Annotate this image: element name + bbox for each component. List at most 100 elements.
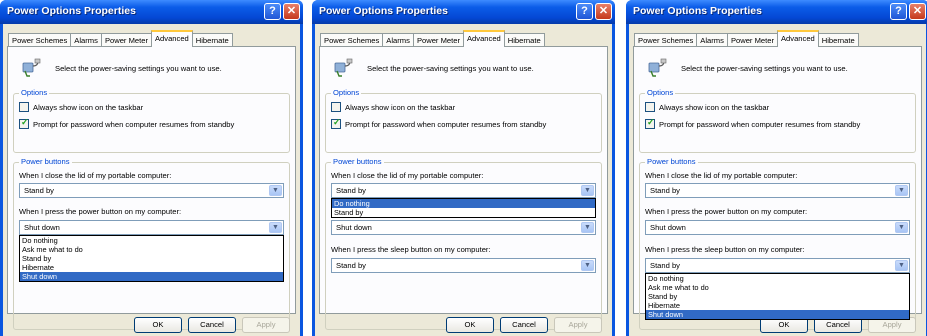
window-title: Power Options Properties xyxy=(319,5,448,17)
dropdown-option[interactable]: Do nothing xyxy=(646,274,909,283)
options-legend: Options xyxy=(19,88,50,97)
tab-hibernate[interactable]: Hibernate xyxy=(817,33,859,47)
dropdown-option[interactable]: Stand by xyxy=(332,208,595,217)
power-buttons-group: Power buttons When I close the lid of my… xyxy=(639,157,916,330)
tab-alarms[interactable]: Alarms xyxy=(382,33,414,47)
lid-action-select[interactable]: Stand by ▼ xyxy=(331,183,596,198)
dropdown-option[interactable]: Hibernate xyxy=(646,301,909,310)
prompt-password-label: Prompt for password when computer resume… xyxy=(345,119,547,129)
power-button-value: Shut down xyxy=(650,223,686,232)
apply-button[interactable]: Apply xyxy=(242,317,290,333)
checkbox-box[interactable] xyxy=(645,117,655,129)
tab-power-meter[interactable]: Power Meter xyxy=(726,33,778,47)
tab-advanced[interactable]: Advanced xyxy=(150,30,193,47)
dropdown-option-selected[interactable]: Shut down xyxy=(646,310,909,319)
tab-alarms[interactable]: Alarms xyxy=(696,33,728,47)
chevron-down-icon[interactable]: ▼ xyxy=(269,222,282,233)
tab-power-meter[interactable]: Power Meter xyxy=(100,33,152,47)
tab-power-schemes[interactable]: Power Schemes xyxy=(8,33,72,47)
lid-label: When I close the lid of my portable comp… xyxy=(645,171,798,180)
apply-button[interactable]: Apply xyxy=(554,317,602,333)
tab-hibernate[interactable]: Hibernate xyxy=(191,33,233,47)
power-buttons-group: Power buttons When I close the lid of my… xyxy=(325,157,602,330)
title-bar[interactable]: Power Options Properties ? ✕ xyxy=(0,0,303,24)
dropdown-option[interactable]: Stand by xyxy=(646,292,909,301)
tab-advanced[interactable]: Advanced xyxy=(776,30,819,47)
always-show-icon-checkbox[interactable]: Always show icon on the taskbar xyxy=(19,102,143,112)
dialog-body: Power Schemes Alarms Power Meter Advance… xyxy=(3,24,300,336)
lid-action-select[interactable]: Stand by ▼ xyxy=(19,183,284,198)
close-button[interactable]: ✕ xyxy=(595,3,612,20)
chevron-down-icon[interactable]: ▼ xyxy=(581,185,594,196)
checkbox-box[interactable] xyxy=(19,117,29,129)
tab-power-schemes[interactable]: Power Schemes xyxy=(320,33,384,47)
help-button[interactable]: ? xyxy=(264,3,281,20)
sleep-button-label: When I press the sleep button on my comp… xyxy=(331,245,491,254)
window-title: Power Options Properties xyxy=(7,5,136,17)
tab-advanced[interactable]: Advanced xyxy=(462,30,505,47)
prompt-password-label: Prompt for password when computer resume… xyxy=(33,119,235,129)
chevron-down-icon[interactable]: ▼ xyxy=(895,185,908,196)
lid-action-select[interactable]: Stand by ▼ xyxy=(645,183,910,198)
cancel-button[interactable]: Cancel xyxy=(188,317,236,333)
prompt-password-checkbox[interactable]: Prompt for password when computer resume… xyxy=(19,117,235,129)
title-bar[interactable]: Power Options Properties ? ✕ xyxy=(312,0,615,24)
power-plug-icon xyxy=(22,58,41,77)
power-button-select[interactable]: Shut down ▼ xyxy=(331,220,596,235)
dropdown-option[interactable]: Do nothing xyxy=(20,236,283,245)
dropdown-option[interactable]: Stand by xyxy=(20,254,283,263)
power-button-select[interactable]: Shut down ▼ xyxy=(645,220,910,235)
sleep-button-value: Stand by xyxy=(336,261,366,270)
chevron-down-icon[interactable]: ▼ xyxy=(895,260,908,271)
dropdown-option-selected[interactable]: Do nothing xyxy=(332,199,595,208)
always-show-icon-checkbox[interactable]: Always show icon on the taskbar xyxy=(645,102,769,112)
chevron-down-icon[interactable]: ▼ xyxy=(581,222,594,233)
dropdown-option[interactable]: Ask me what to do xyxy=(646,283,909,292)
chevron-down-icon[interactable]: ▼ xyxy=(269,185,282,196)
chevron-down-icon[interactable]: ▼ xyxy=(895,222,908,233)
options-group: Options Always show icon on the taskbar … xyxy=(13,88,290,153)
power-button-label: When I press the power button on my comp… xyxy=(645,207,808,216)
lid-label: When I close the lid of my portable comp… xyxy=(19,171,172,180)
title-bar[interactable]: Power Options Properties ? ✕ xyxy=(626,0,927,24)
power-options-window-2: Power Options Properties ? ✕ Power Schem… xyxy=(312,0,615,336)
dialog-body: Power Schemes Alarms Power Meter Advance… xyxy=(315,24,612,336)
checkbox-box[interactable] xyxy=(331,102,341,112)
power-plug-icon xyxy=(648,58,667,77)
help-button[interactable]: ? xyxy=(890,3,907,20)
advanced-panel: Select the power-saving settings you wan… xyxy=(319,46,608,330)
ok-button[interactable]: OK xyxy=(446,317,494,333)
checkbox-box[interactable] xyxy=(19,102,29,112)
intro-text: Select the power-saving settings you wan… xyxy=(55,64,222,73)
dropdown-option[interactable]: Hibernate xyxy=(20,263,283,272)
dropdown-option[interactable]: Ask me what to do xyxy=(20,245,283,254)
sleep-button-select[interactable]: Stand by ▼ xyxy=(645,258,910,273)
sleep-button-select[interactable]: Stand by ▼ xyxy=(331,258,596,273)
tab-hibernate[interactable]: Hibernate xyxy=(503,33,545,47)
close-button[interactable]: ✕ xyxy=(283,3,300,20)
power-button-select[interactable]: Shut down ▼ xyxy=(19,220,284,235)
checkbox-box[interactable] xyxy=(645,102,655,112)
always-show-icon-label: Always show icon on the taskbar xyxy=(33,102,144,112)
power-button-value: Shut down xyxy=(24,223,60,232)
options-group: Options Always show icon on the taskbar … xyxy=(325,88,602,153)
chevron-down-icon[interactable]: ▼ xyxy=(581,260,594,271)
prompt-password-checkbox[interactable]: Prompt for password when computer resume… xyxy=(645,117,860,129)
checkbox-box[interactable] xyxy=(331,117,341,129)
always-show-icon-checkbox[interactable]: Always show icon on the taskbar xyxy=(331,102,455,112)
dropdown-option-selected[interactable]: Shut down xyxy=(20,272,283,281)
cancel-button[interactable]: Cancel xyxy=(500,317,548,333)
tab-power-meter[interactable]: Power Meter xyxy=(412,33,464,47)
prompt-password-checkbox[interactable]: Prompt for password when computer resume… xyxy=(331,117,547,129)
help-button[interactable]: ? xyxy=(576,3,593,20)
advanced-panel: Select the power-saving settings you wan… xyxy=(633,46,922,330)
intro-text: Select the power-saving settings you wan… xyxy=(681,64,848,73)
sleep-button-label: When I press the sleep button on my comp… xyxy=(645,245,805,254)
tab-alarms[interactable]: Alarms xyxy=(70,33,102,47)
sleep-button-dropdown: Do nothing Ask me what to do Stand by Hi… xyxy=(645,273,910,320)
power-button-value: Shut down xyxy=(336,223,372,232)
tab-power-schemes[interactable]: Power Schemes xyxy=(634,33,698,47)
close-button[interactable]: ✕ xyxy=(909,3,926,20)
ok-button[interactable]: OK xyxy=(134,317,182,333)
options-group: Options Always show icon on the taskbar … xyxy=(639,88,916,153)
